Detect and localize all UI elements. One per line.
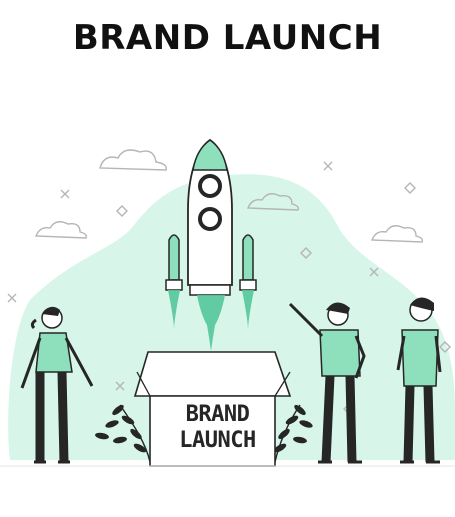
box-label-line2: LAUNCH [179, 428, 256, 453]
cloud-icon [34, 221, 88, 239]
cloud-icon [99, 149, 167, 171]
cloud-icon [370, 225, 424, 243]
box-label-line1: BRAND [185, 402, 250, 427]
